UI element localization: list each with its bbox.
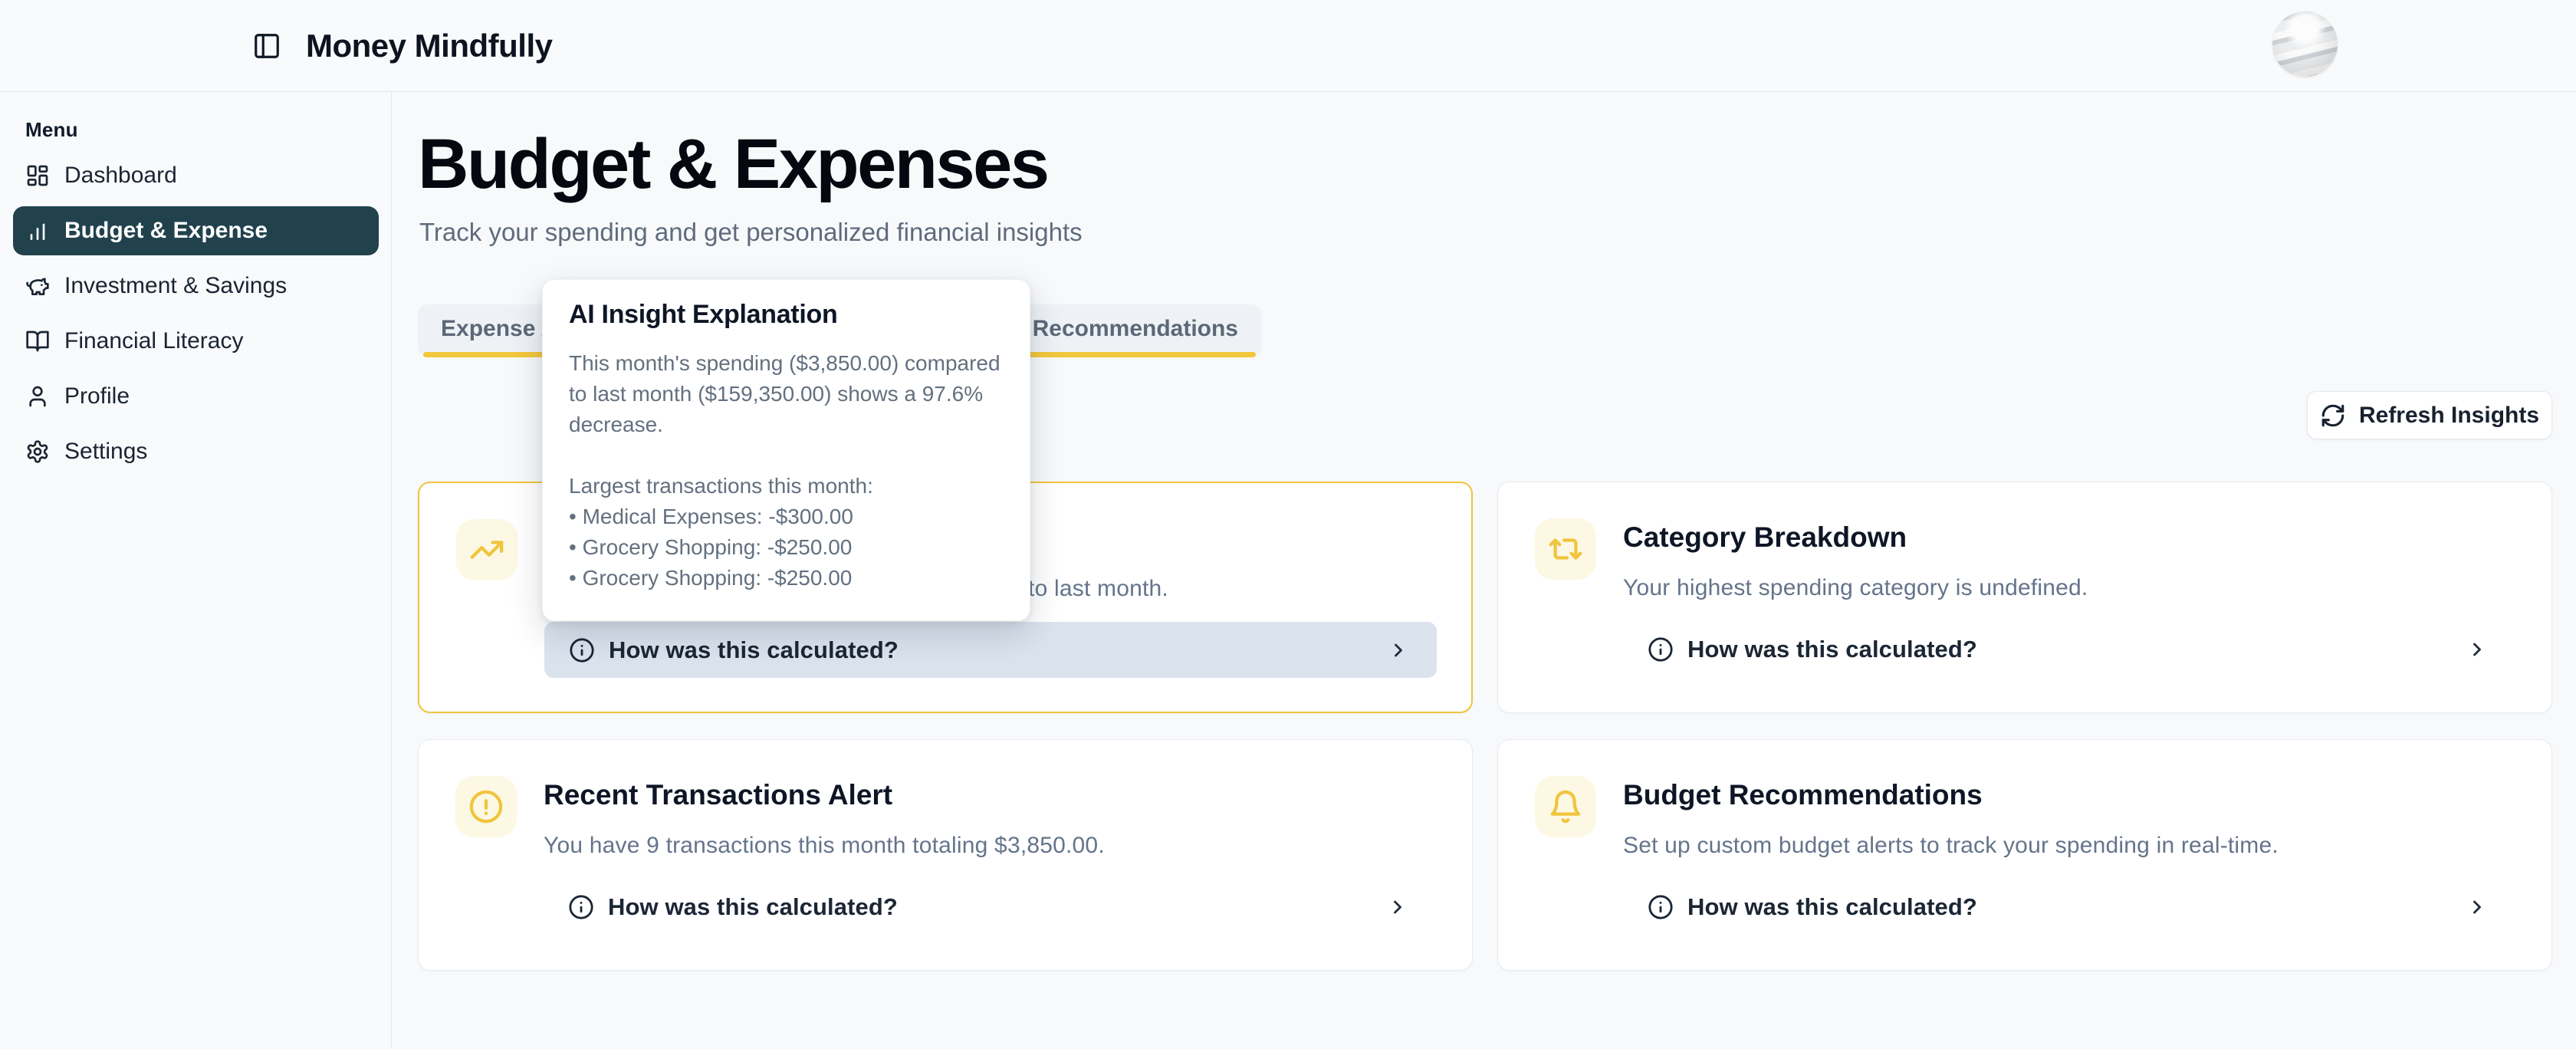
alert-circle-icon: [455, 776, 517, 837]
sidebar-item-label: Settings: [64, 440, 147, 463]
sidebar-item-profile[interactable]: Profile: [13, 372, 379, 421]
piggy-bank-icon: [25, 274, 50, 298]
sidebar-item-financial-literacy[interactable]: Financial Literacy: [13, 317, 379, 366]
repeat-icon: [1535, 518, 1596, 580]
info-icon: [1648, 636, 1674, 663]
ai-insight-popup-title: AI Insight Explanation: [569, 300, 1008, 330]
refresh-insights-label: Refresh Insights: [2359, 403, 2539, 429]
refresh-insights-button[interactable]: Refresh Insights: [2307, 391, 2552, 439]
popup-list-header: Largest transactions this month:: [569, 471, 1011, 501]
insight-card-category-breakdown: Category Breakdown Your highest spending…: [1497, 482, 2552, 713]
how-calculated-label: How was this calculated?: [1687, 893, 1977, 921]
trending-up-icon: [456, 519, 518, 580]
chevron-right-icon: [1387, 896, 1408, 918]
sidebar-item-investment-savings[interactable]: Investment & Savings: [13, 261, 379, 311]
user-icon: [25, 384, 50, 409]
how-calculated-label: How was this calculated?: [609, 636, 899, 664]
sidebar-item-label: Financial Literacy: [64, 330, 243, 353]
card-subtitle: You have 9 transactions this month total…: [544, 832, 1105, 860]
app-header: Money Mindfully: [0, 0, 2576, 92]
how-calculated-label: How was this calculated?: [608, 893, 898, 921]
ai-insight-popup: AI Insight Explanation This month's spen…: [542, 279, 1030, 621]
how-calculated-button[interactable]: How was this calculated?: [544, 879, 1436, 935]
sidebar-item-label: Investment & Savings: [64, 275, 287, 298]
page-subtitle: Track your spending and get personalized…: [419, 216, 1083, 249]
chevron-right-icon: [2466, 896, 2488, 918]
user-avatar[interactable]: [2272, 12, 2338, 77]
popup-paragraph: This month's spending ($3,850.00) compar…: [569, 348, 1011, 440]
how-calculated-button[interactable]: How was this calculated?: [1623, 879, 2515, 935]
page-title: Budget & Expenses: [418, 127, 1047, 202]
info-icon: [1648, 894, 1674, 920]
sidebar-toggle-button[interactable]: [247, 26, 287, 66]
menu-section-label: Menu: [25, 118, 78, 142]
book-open-icon: [25, 329, 50, 354]
bell-icon: [1535, 776, 1596, 837]
card-title: Budget Recommendations: [1623, 778, 1983, 812]
sidebar: Menu Dashboard Budget & Expense Investme…: [0, 92, 392, 1049]
sidebar-item-label: Budget & Expense: [64, 219, 268, 242]
app-title: Money Mindfully: [306, 23, 553, 69]
popup-blank-line: [569, 440, 1011, 471]
sidebar-item-budget-expense[interactable]: Budget & Expense: [13, 206, 379, 255]
chevron-right-icon: [2466, 639, 2488, 660]
ai-insight-popup-body: This month's spending ($3,850.00) compar…: [569, 348, 1011, 594]
sidebar-item-label: Profile: [64, 385, 130, 408]
popup-bullet: • Grocery Shopping: -$250.00: [569, 563, 1011, 594]
sidebar-item-label: Dashboard: [64, 164, 177, 187]
bar-chart-icon: [25, 219, 50, 243]
info-icon: [569, 637, 595, 663]
card-title: Recent Transactions Alert: [544, 778, 892, 812]
sidebar-nav: Dashboard Budget & Expense Investment & …: [0, 151, 391, 482]
refresh-icon: [2320, 403, 2346, 429]
popup-bullet: • Medical Expenses: -$300.00: [569, 501, 1011, 532]
popup-bullet: • Grocery Shopping: -$250.00: [569, 532, 1011, 563]
insight-card-budget-recommendations: Budget Recommendations Set up custom bud…: [1497, 739, 2552, 971]
card-subtitle: Your highest spending category is undefi…: [1623, 574, 2088, 602]
chevron-right-icon: [1388, 640, 1409, 661]
info-icon: [568, 894, 594, 920]
layout-dashboard-icon: [25, 163, 50, 188]
gear-icon: [25, 439, 50, 464]
insight-card-recent-transactions: Recent Transactions Alert You have 9 tra…: [418, 739, 1473, 971]
card-subtitle: Set up custom budget alerts to track you…: [1623, 832, 2279, 860]
how-calculated-label: How was this calculated?: [1687, 636, 1977, 663]
how-calculated-button[interactable]: How was this calculated?: [1623, 621, 2515, 677]
sidebar-item-dashboard[interactable]: Dashboard: [13, 151, 379, 200]
sidebar-item-settings[interactable]: Settings: [13, 427, 379, 476]
how-calculated-button[interactable]: How was this calculated?: [544, 622, 1437, 678]
card-title: Category Breakdown: [1623, 521, 1907, 554]
panel-left-icon: [252, 31, 281, 61]
